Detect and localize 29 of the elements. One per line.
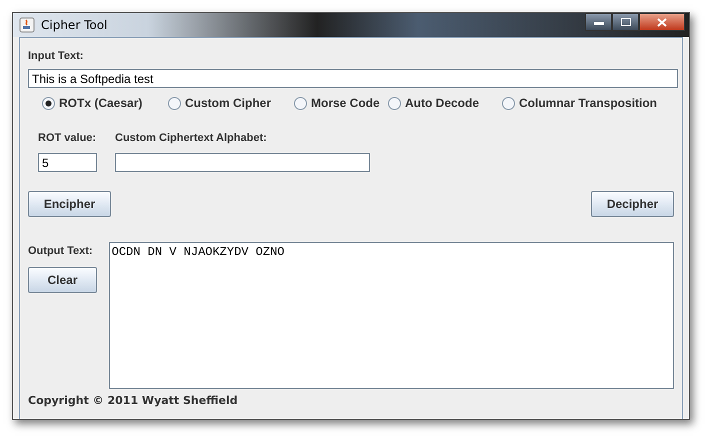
minimize-icon [594,19,604,25]
encipher-button[interactable]: Encipher [28,191,111,217]
mode-radio[interactable]: Morse Code [294,96,388,110]
input-field[interactable]: This is a Softpedia test [28,69,678,88]
maximize-icon [620,18,630,26]
radio-dot-icon[interactable] [42,96,55,110]
close-icon [657,18,667,26]
mode-radio[interactable]: Auto Decode [388,96,502,110]
mode-radio[interactable]: ROTx (Caesar) [42,96,168,110]
rot-field[interactable]: 5 [38,153,97,172]
copyright-text: Copyright © 2011 Wyatt Sheffield [28,394,239,408]
maximize-button[interactable] [612,13,639,31]
radio-dot-icon[interactable] [168,96,181,110]
clear-button[interactable]: Clear [28,267,97,293]
output-label: Output Text: [28,245,94,258]
window-title: Cipher Tool [41,18,108,32]
mode-radio[interactable]: Columnar Transposition [502,96,658,110]
radio-dot-icon[interactable] [294,96,307,110]
alphabet-field[interactable] [115,153,370,172]
input-label: Input Text: [28,50,84,63]
close-button[interactable] [639,13,685,31]
mode-radio[interactable]: Custom Cipher [168,96,294,110]
decipher-button[interactable]: Decipher [591,191,674,217]
minimize-button[interactable] [585,13,612,31]
rot-label: ROT value: [38,132,97,145]
radio-dot-icon[interactable] [502,96,515,110]
alphabet-label: Custom Ciphertext Alphabet: [115,132,268,145]
radio-dot-icon[interactable] [388,96,401,110]
output-area[interactable]: OCDN DN V NJAOKZYDV OZNO [108,242,674,389]
